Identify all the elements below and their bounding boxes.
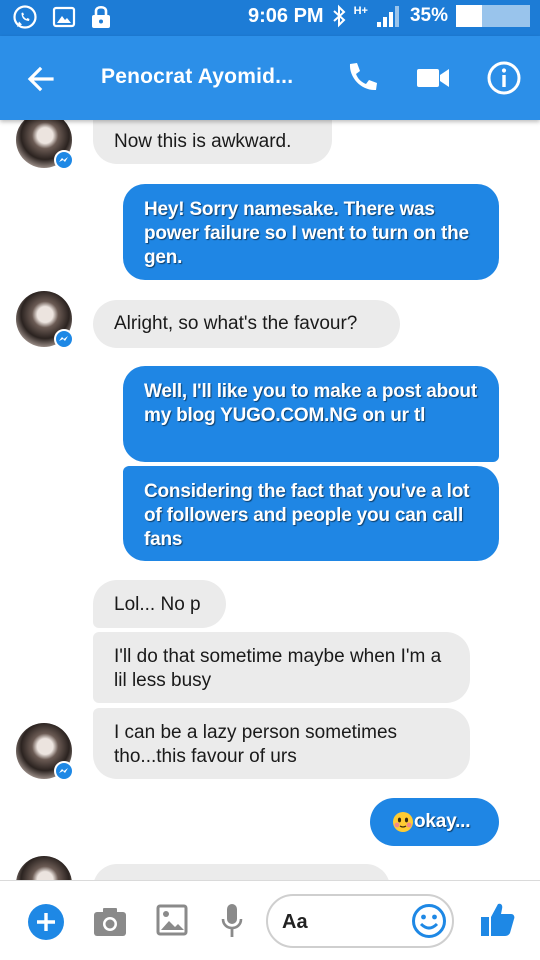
status-bar: 9:06 PM H+ 35% bbox=[0, 0, 540, 36]
info-icon[interactable] bbox=[484, 58, 524, 98]
composer-bar: Aa bbox=[0, 880, 540, 960]
message-input-placeholder: Aa bbox=[282, 911, 308, 933]
messenger-badge-icon bbox=[54, 150, 74, 170]
message-list[interactable]: Now this is awkward. Hey! Sorry namesake… bbox=[0, 120, 540, 880]
message-bubble-incoming[interactable]: I can be a lazy person sometimes tho...t… bbox=[93, 708, 470, 779]
messenger-screen: 9:06 PM H+ 35% Penocrat Ayomid... Now th… bbox=[0, 0, 540, 960]
message-text: Lol... No p bbox=[114, 594, 201, 615]
video-camera-icon[interactable] bbox=[413, 58, 453, 98]
message-text: I'll do that sometime maybe when I'm a l… bbox=[114, 646, 442, 691]
messenger-badge-icon bbox=[54, 329, 74, 349]
battery-level-fill bbox=[456, 5, 482, 27]
network-type: H+ bbox=[353, 5, 368, 17]
message-text: Well, I'll like you to make a post about… bbox=[144, 381, 477, 426]
messenger-badge-icon bbox=[54, 761, 74, 781]
message-text: I can be a lazy person sometimes tho...t… bbox=[114, 722, 398, 767]
message-bubble-outgoing[interactable]: okay... bbox=[370, 798, 499, 846]
message-bubble-outgoing[interactable]: Hey! Sorry namesake. There was power fai… bbox=[123, 184, 499, 280]
contact-avatar[interactable] bbox=[16, 856, 72, 880]
battery-icon bbox=[456, 5, 530, 27]
whatsapp-icon bbox=[13, 5, 37, 29]
microphone-icon[interactable] bbox=[220, 901, 244, 941]
message-text: okay... bbox=[414, 811, 471, 832]
contact-avatar[interactable] bbox=[16, 291, 74, 349]
message-text: Hey! Sorry namesake. There was power fai… bbox=[144, 199, 469, 268]
smiley-icon[interactable] bbox=[411, 903, 447, 939]
lock-icon bbox=[92, 5, 110, 28]
battery-percent: 35% bbox=[409, 5, 448, 26]
message-bubble-incoming[interactable]: Lol... No p bbox=[93, 580, 226, 628]
contact-avatar[interactable] bbox=[16, 120, 74, 170]
status-time: 9:06 PM bbox=[248, 4, 324, 27]
face-emoji bbox=[393, 812, 413, 832]
plus-icon[interactable] bbox=[27, 903, 65, 941]
conversation-header: Penocrat Ayomid... bbox=[0, 36, 540, 120]
message-bubble-incoming[interactable]: Alright, so what's the favour? bbox=[93, 300, 400, 348]
camera-icon[interactable] bbox=[92, 903, 128, 939]
message-bubble-incoming[interactable]: Now this is awkward. bbox=[93, 120, 332, 164]
conversation-title[interactable]: Penocrat Ayomid... bbox=[101, 65, 293, 89]
thumbs-up-icon[interactable] bbox=[478, 899, 516, 939]
message-bubble-outgoing[interactable]: Considering the fact that you've a lot o… bbox=[123, 466, 499, 561]
contact-avatar[interactable] bbox=[16, 723, 74, 781]
signal-icon bbox=[376, 6, 399, 27]
bluetooth-icon bbox=[332, 4, 346, 28]
message-bubble-incoming[interactable] bbox=[93, 864, 390, 880]
phone-icon[interactable] bbox=[342, 58, 382, 98]
message-text: Now this is awkward. bbox=[114, 131, 292, 152]
message-bubble-incoming[interactable]: I'll do that sometime maybe when I'm a l… bbox=[93, 632, 470, 703]
back-arrow-icon[interactable] bbox=[24, 62, 58, 96]
message-bubble-outgoing[interactable]: Well, I'll like you to make a post about… bbox=[123, 366, 499, 462]
message-text: Considering the fact that you've a lot o… bbox=[144, 481, 470, 550]
message-text: Alright, so what's the favour? bbox=[114, 313, 358, 334]
gallery-icon[interactable] bbox=[156, 903, 188, 937]
image-icon bbox=[52, 6, 76, 28]
